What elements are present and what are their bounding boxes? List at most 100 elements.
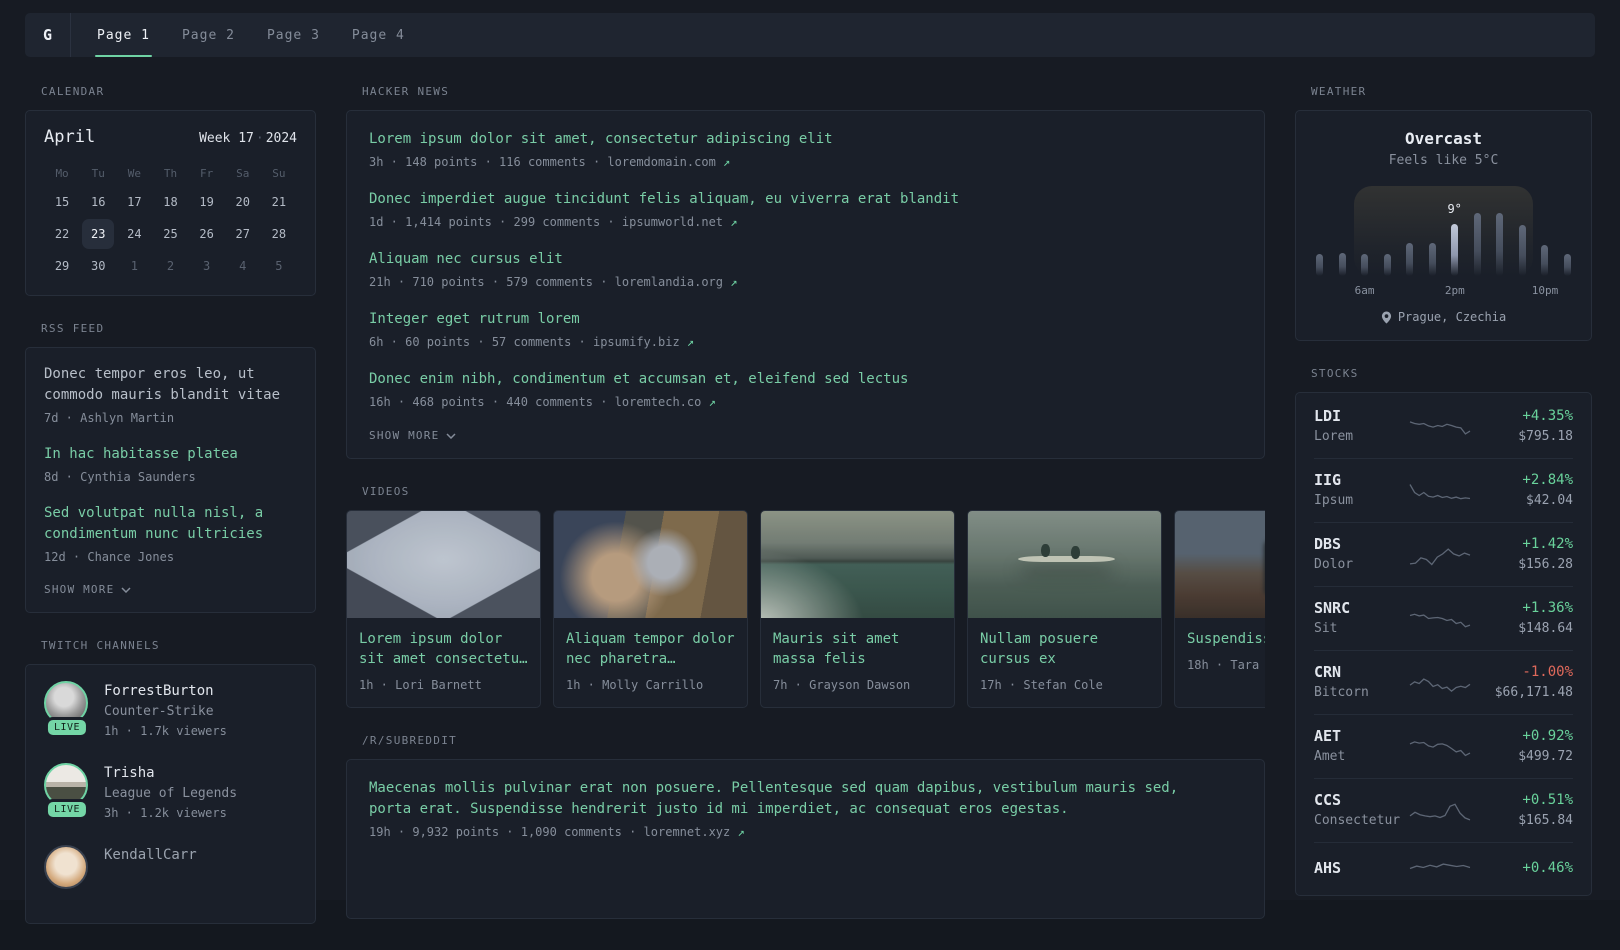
avatar[interactable] <box>44 681 88 725</box>
hn-item-domain-link[interactable]: loremdomain.com <box>607 155 715 169</box>
twitch-channel-row[interactable]: LIVE ForrestBurton Counter-Strike 1h · 1.7k… <box>44 681 297 741</box>
calendar-day: 21 <box>271 195 287 209</box>
hn-item-domain-link[interactable]: loremtech.co <box>615 395 702 409</box>
stock-row[interactable]: CCS Consectetur +0.51% $165.84 <box>1314 779 1573 843</box>
weather-section-title: WEATHER <box>1311 85 1367 98</box>
tab-page-2[interactable]: Page 2 <box>166 13 251 57</box>
stock-price: $795.18 <box>1518 429 1573 444</box>
hn-item-meta: 3h · 148 points · 116 comments · loremdo… <box>369 152 1242 172</box>
twitch-channel-row[interactable]: KendallCarr <box>44 845 297 905</box>
twitch-channel-name[interactable]: ForrestBurton <box>104 681 227 702</box>
stock-name: Bitcorn <box>1314 685 1369 700</box>
weather-feels-like: Feels like 5°C <box>1388 153 1499 168</box>
hn-item-title[interactable]: Aliquam nec cursus elit <box>369 249 1242 270</box>
weather-location: Prague, Czechia <box>1316 310 1571 324</box>
sparkline-chart <box>1408 483 1470 499</box>
hn-item-title[interactable]: Donec enim nibh, condimentum et accumsan… <box>369 369 1242 390</box>
calendar-day: 16 <box>90 195 106 209</box>
hn-item-meta-text: 1d · 1,414 points · 299 comments · <box>369 215 622 229</box>
stock-row[interactable]: AET Amet +0.92% $499.72 <box>1314 715 1573 779</box>
stock-ticker: AHS <box>1314 858 1342 877</box>
rss-show-more-button[interactable]: SHOW MORE <box>44 583 131 596</box>
weekday-label: Sa <box>236 167 250 180</box>
post-domain-link[interactable]: loremnet.xyz <box>644 825 731 839</box>
video-meta: 1h · Lori Barnett <box>359 678 482 692</box>
weather-bar <box>1406 243 1414 276</box>
video-title[interactable]: Aliquam tempor dolor nec pharetra… <box>554 618 747 669</box>
app-logo: G <box>25 13 71 57</box>
rss-item-title[interactable]: In hac habitasse platea <box>44 444 297 465</box>
calendar-week-year: Week 17 · 2024 <box>199 131 297 146</box>
calendar-day: 3 <box>203 259 211 273</box>
stock-row[interactable]: AHS +0.46% <box>1314 843 1573 893</box>
weather-bar-highlighted: 9° <box>1447 202 1462 276</box>
subreddit-post-title[interactable]: Maecenas mollis pulvinar erat non posuer… <box>369 778 1195 820</box>
stock-ticker: LDI <box>1314 407 1342 425</box>
rss-item-title[interactable]: Sed volutpat nulla nisl, a condimentum n… <box>44 503 297 545</box>
twitch-channel-meta: 3h · 1.2k viewers <box>104 806 227 820</box>
hour-label: 2pm <box>1444 284 1465 297</box>
show-more-label: SHOW MORE <box>369 429 440 442</box>
hn-item-domain-link[interactable]: loremlandia.org <box>615 275 723 289</box>
twitch-avatar-wrap <box>44 845 90 905</box>
twitch-section: TWITCH CHANNELS LIVE ForrestBurton Counter… <box>25 639 316 924</box>
chevron-down-icon <box>446 432 456 439</box>
video-thumbnail[interactable] <box>761 511 954 618</box>
stock-values: +4.35% $795.18 <box>1473 406 1573 447</box>
rss-item-meta: 7d · Ashlyn Martin <box>44 411 175 425</box>
video-title[interactable]: Lorem ipsum dolor sit amet consectetu… <box>347 618 540 669</box>
hn-item-title[interactable]: Lorem ipsum dolor sit amet, consectetur … <box>369 129 1242 150</box>
stock-ticker: CRN <box>1314 663 1342 681</box>
weekday-label: Tu <box>91 167 105 180</box>
twitch-channel-name[interactable]: KendallCarr <box>104 845 197 866</box>
video-card: Mauris sit amet massa felis 7h · Grayson … <box>760 510 955 708</box>
stock-row[interactable]: SNRC Sit +1.36% $148.64 <box>1314 587 1573 651</box>
stock-row[interactable]: DBS Dolor +1.42% $156.28 <box>1314 523 1573 587</box>
hn-item-meta: 1d · 1,414 points · 299 comments · ipsum… <box>369 212 1242 232</box>
avatar[interactable] <box>44 763 88 807</box>
weather-condition: Overcast <box>1404 129 1483 148</box>
video-thumbnail[interactable] <box>968 511 1161 618</box>
weather-section: WEATHER Overcast Feels like 5°C 9° 6am 2p… <box>1295 85 1592 341</box>
weather-bar <box>1473 213 1481 276</box>
video-thumbnail[interactable] <box>554 511 747 618</box>
twitch-section-title: TWITCH CHANNELS <box>41 639 160 652</box>
hn-item-title[interactable]: Integer eget rutrum lorem <box>369 309 1242 330</box>
hackernews-show-more-button[interactable]: SHOW MORE <box>369 429 456 442</box>
video-meta: 18h · Tara <box>1187 658 1260 672</box>
tab-page-3[interactable]: Page 3 <box>251 13 336 57</box>
external-link-icon: ↗ <box>686 335 695 349</box>
rss-item-title[interactable]: Donec tempor eros leo, ut commodo mauris… <box>44 364 297 406</box>
video-title[interactable]: Mauris sit amet massa felis <box>761 618 954 669</box>
avatar[interactable] <box>44 845 88 889</box>
twitch-channel-row[interactable]: LIVE Trisha League of Legends 3h · 1.2k vie… <box>44 763 297 823</box>
stock-row[interactable]: IIG Ipsum +2.84% $42.04 <box>1314 459 1573 523</box>
hn-item-domain-link[interactable]: ipsumworld.net <box>622 215 723 229</box>
video-thumbnail[interactable] <box>347 511 540 618</box>
hn-item-meta: 6h · 60 points · 57 comments · ipsumify.… <box>369 332 1242 352</box>
stock-change: +2.84% <box>1522 472 1573 488</box>
video-thumbnail[interactable] <box>1175 511 1265 618</box>
sparkline-chart <box>1409 677 1470 692</box>
calendar-grid: Mo Tu We Th Fr Sa Su 15 16 17 18 19 20 21 22 23 24 25 26 27… <box>44 163 297 281</box>
rss-section-title: RSS FEED <box>41 322 105 335</box>
twitch-channel-info: KendallCarr <box>104 845 197 905</box>
sparkline-chart <box>1409 740 1470 756</box>
hn-item-domain-link[interactable]: ipsumify.biz <box>593 335 680 349</box>
tab-page-1[interactable]: Page 1 <box>81 13 166 57</box>
stock-row[interactable]: LDI Lorem +4.35% $795.18 <box>1314 395 1573 459</box>
video-title[interactable]: Suspendisse diam <box>1175 618 1265 649</box>
weather-bar <box>1563 254 1571 276</box>
rss-item: In hac habitasse platea 8d · Cynthia Saun… <box>44 444 297 487</box>
calendar-day: 27 <box>235 227 250 241</box>
hn-item-title[interactable]: Donec imperdiet augue tincidunt felis al… <box>369 189 1242 210</box>
stock-row[interactable]: CRN Bitcorn -1.00% $66,171.48 <box>1314 651 1573 715</box>
video-title[interactable]: Nullam posuere cursus ex <box>968 618 1161 669</box>
twitch-channel-name[interactable]: Trisha <box>104 763 237 784</box>
stocks-section: STOCKS LDI Lorem +4.35% $795.18 IIG Ipsum +2.8… <box>1295 367 1592 896</box>
stock-change: -1.00% <box>1522 664 1573 680</box>
calendar-day: 1 <box>130 259 138 273</box>
tab-page-4[interactable]: Page 4 <box>336 13 421 57</box>
dashboard-content: CALENDAR April Week 17 · 2024 Mo Tu We Th Fr Sa… <box>0 57 1620 950</box>
hn-item-meta-text: 21h · 710 points · 579 comments · <box>369 275 615 289</box>
